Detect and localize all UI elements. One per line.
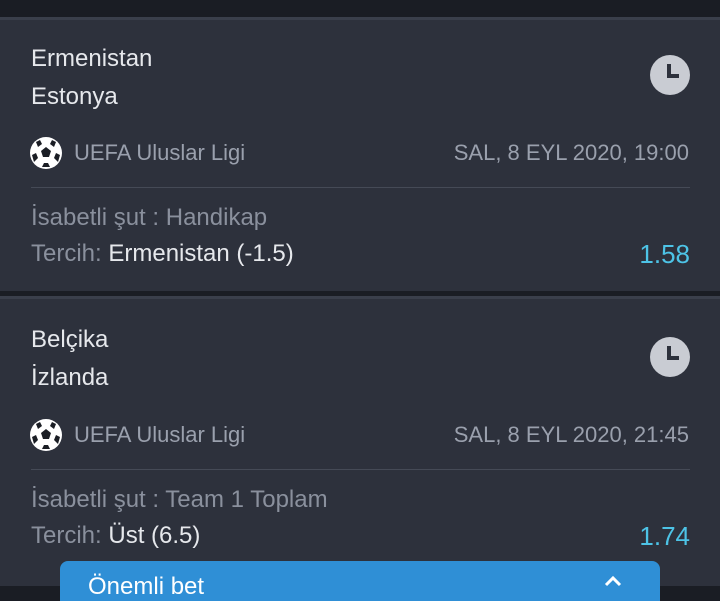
section-divider xyxy=(31,187,690,188)
odds-value: 1.74 xyxy=(639,521,690,551)
team1-name: Ermenistan xyxy=(31,45,153,72)
odds-value: 1.58 xyxy=(639,239,690,269)
bet-slip-bar[interactable]: Önemli bet xyxy=(60,561,660,601)
section-divider xyxy=(31,469,690,470)
match-datetime: SAL, 8 EYL 2020, 21:45 xyxy=(453,422,689,447)
card-divider xyxy=(0,296,720,299)
league-name: UEFA Uluslar Ligi xyxy=(74,422,246,447)
team1-name: Belçika xyxy=(31,326,109,353)
soccer-ball-icon xyxy=(30,419,62,451)
market-name: İsabetli şut : Handikap xyxy=(31,204,268,231)
team2-name: Estonya xyxy=(31,83,118,110)
chevron-up-icon[interactable] xyxy=(604,575,622,587)
preference-value: Üst (6.5) xyxy=(108,522,201,549)
preference-row: Tercih: Üst (6.5) xyxy=(31,522,200,550)
bet-slip-label: Önemli bet xyxy=(88,573,205,600)
bet-card-2[interactable]: Belçika İzlanda UEFA Uluslar Ligi SAL, 8… xyxy=(0,296,720,586)
preference-label: Tercih: xyxy=(31,522,102,549)
clock-icon xyxy=(650,337,690,377)
match-datetime: SAL, 8 EYL 2020, 19:00 xyxy=(453,140,689,165)
preference-label: Tercih: xyxy=(31,240,102,267)
card-divider xyxy=(0,17,720,20)
soccer-ball-icon xyxy=(30,137,62,169)
bet-card-1[interactable]: Ermenistan Estonya UEFA Uluslar Ligi SAL… xyxy=(0,17,720,291)
preference-row: Tercih: Ermenistan (-1.5) xyxy=(31,240,294,268)
team2-name: İzlanda xyxy=(31,364,109,391)
clock-icon xyxy=(650,55,690,95)
preference-value: Ermenistan (-1.5) xyxy=(108,240,294,267)
league-name: UEFA Uluslar Ligi xyxy=(74,140,246,165)
market-name: İsabetli şut : Team 1 Toplam xyxy=(31,486,328,513)
